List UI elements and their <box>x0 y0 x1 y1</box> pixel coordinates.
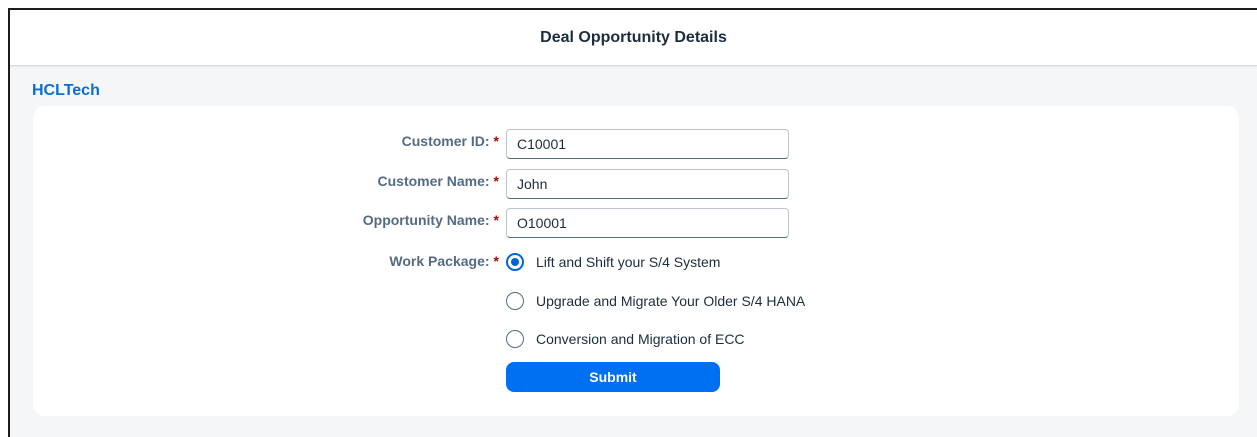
opportunity-name-input[interactable] <box>506 208 789 238</box>
required-marker: * <box>493 133 499 149</box>
customer-name-label: Customer Name: * <box>377 173 499 189</box>
form-panel: Customer ID:* Customer Name:* Opportunit… <box>33 106 1239 416</box>
work-package-option-upgrade-migrate[interactable]: Upgrade and Migrate Your Older S/4 HANA <box>506 290 805 312</box>
radio-button[interactable] <box>506 330 524 348</box>
radio-button[interactable] <box>506 292 524 310</box>
page-header: Deal Opportunity Details <box>10 10 1257 66</box>
customer-name-input[interactable] <box>506 169 789 199</box>
work-package-option-lift-shift[interactable]: Lift and Shift your S/4 System <box>506 251 720 273</box>
customer-id-label: Customer ID: * <box>401 133 499 149</box>
submit-button[interactable]: Submit <box>506 362 720 392</box>
work-package-label: Work Package: * <box>389 253 499 269</box>
required-marker: * <box>493 173 499 189</box>
radio-button[interactable] <box>506 253 524 271</box>
brand-name: HCLTech <box>32 82 100 99</box>
required-marker: * <box>493 212 499 228</box>
customer-id-input[interactable] <box>506 129 789 159</box>
required-marker: * <box>493 253 499 269</box>
app-window: Deal Opportunity Details HCLTech Custome… <box>8 8 1257 437</box>
opportunity-name-label: Opportunity Name: * <box>362 212 499 228</box>
page-title: Deal Opportunity Details <box>540 28 727 46</box>
radio-selected-dot <box>511 258 519 266</box>
work-package-option-conversion-ecc[interactable]: Conversion and Migration of ECC <box>506 328 745 350</box>
